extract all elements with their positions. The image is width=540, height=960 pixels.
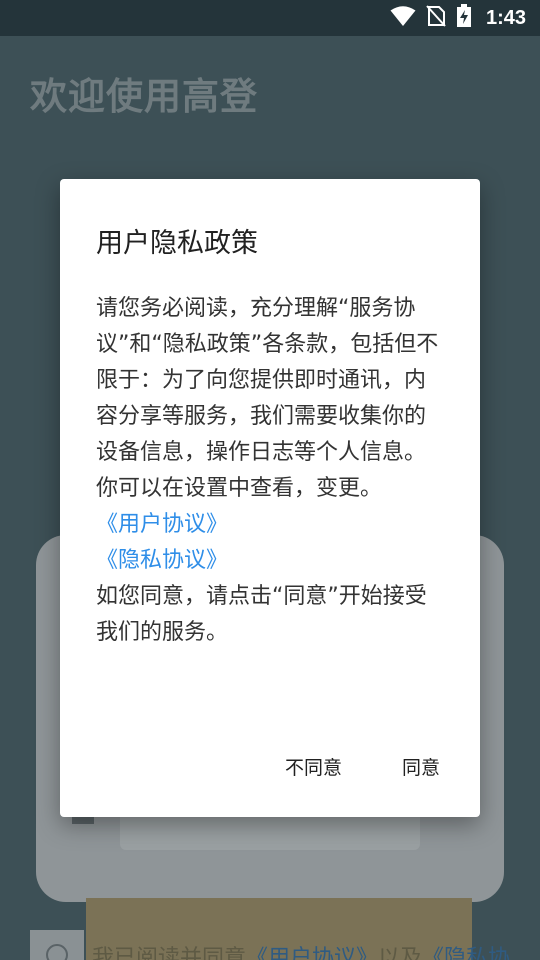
screen: 1:43 欢迎使用高登 我已阅读并同意《用户协议》以及《隐私协 用户隐私政策 请… <box>0 0 540 960</box>
dialog-title: 用户隐私政策 <box>96 228 258 259</box>
disagree-button[interactable]: 不同意 <box>285 753 342 780</box>
agree-button[interactable]: 同意 <box>402 753 440 780</box>
status-icons: 1:43 <box>390 0 526 36</box>
no-sim-icon <box>426 5 446 31</box>
battery-charging-icon <box>456 4 472 32</box>
agreement-radio[interactable] <box>46 944 68 960</box>
dialog-actions: 不同意 同意 <box>285 753 440 780</box>
status-bar: 1:43 <box>0 0 540 36</box>
footer-privacy-link[interactable]: 《隐私协 <box>422 946 510 960</box>
status-time: 1:43 <box>485 6 526 29</box>
wifi-icon <box>390 5 416 31</box>
welcome-title: 欢迎使用高登 <box>30 75 258 118</box>
privacy-agreement-link[interactable]: 《隐私协议》 <box>96 543 446 579</box>
dialog-body: 请您务必阅读，充分理解“服务协议”和“隐私政策”各条款，包括但不限于：为了向您提… <box>96 291 446 651</box>
privacy-policy-dialog: 用户隐私政策 请您务必阅读，充分理解“服务协议”和“隐私政策”各条款，包括但不限… <box>60 179 480 817</box>
agreement-prefix: 我已阅读并同意 <box>92 946 247 960</box>
footer-user-agreement-link[interactable]: 《用户协议》 <box>246 946 378 960</box>
user-agreement-link[interactable]: 《用户协议》 <box>96 507 446 543</box>
dialog-body-text: 请您务必阅读，充分理解“服务协议”和“隐私政策”各条款，包括但不限于：为了向您提… <box>96 296 439 501</box>
background-agreement-text: 我已阅读并同意《用户协议》以及《隐私协 <box>92 940 510 960</box>
dialog-closing-text: 如您同意，请点击“同意”开始接受我们的服务。 <box>96 584 427 645</box>
agreement-and: 以及 <box>378 946 423 960</box>
